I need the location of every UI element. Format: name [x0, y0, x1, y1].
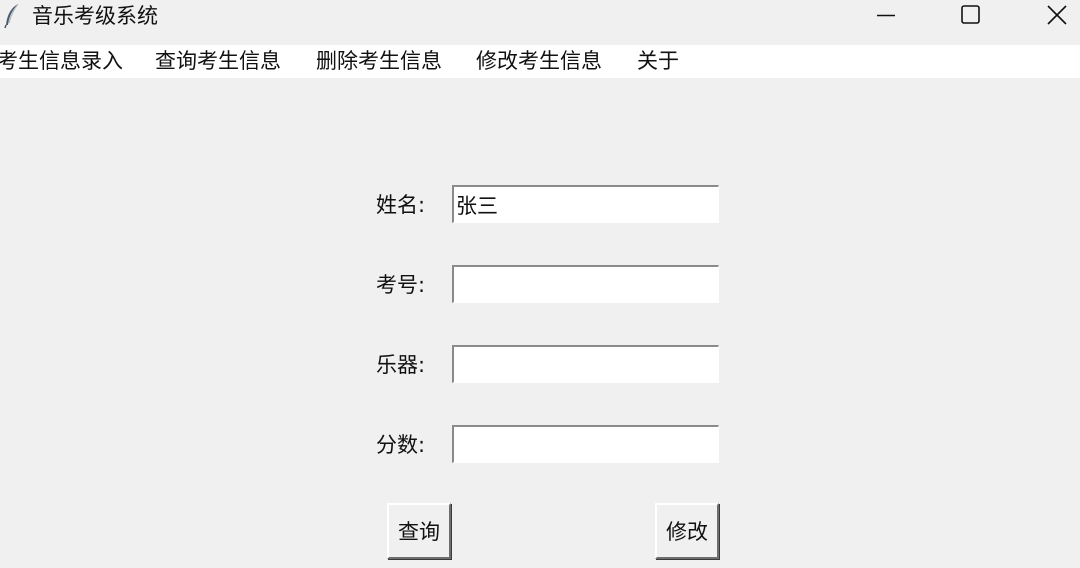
menu-item-add-student[interactable]: 考生信息录入	[0, 48, 123, 75]
menu-bar: 考生信息录入 查询考生信息 删除考生信息 修改考生信息 关于	[0, 45, 1080, 78]
maximize-icon	[947, 0, 993, 32]
name-label: 姓名:	[376, 193, 426, 217]
minimize-button[interactable]	[862, 0, 908, 32]
instrument-field[interactable]	[452, 345, 719, 383]
feather-icon	[3, 3, 21, 29]
window-title: 音乐考级系统	[32, 4, 158, 28]
modify-button[interactable]: 修改	[655, 503, 719, 559]
minimize-icon	[862, 0, 908, 32]
title-bar: 音乐考级系统	[0, 0, 1080, 32]
name-field[interactable]	[452, 185, 719, 223]
menu-item-query-student[interactable]: 查询考生信息	[155, 48, 281, 75]
menu-item-about[interactable]: 关于	[637, 48, 679, 75]
maximize-button[interactable]	[947, 0, 993, 32]
close-button[interactable]	[1034, 0, 1080, 32]
menu-item-delete-student[interactable]: 删除考生信息	[316, 48, 442, 75]
close-icon	[1034, 0, 1080, 32]
exam-number-field[interactable]	[452, 265, 719, 303]
exam-number-label: 考号:	[376, 273, 426, 297]
instrument-label: 乐器:	[376, 353, 426, 377]
query-button[interactable]: 查询	[387, 503, 451, 559]
score-label: 分数:	[376, 433, 426, 457]
score-field[interactable]	[452, 425, 719, 463]
menu-item-modify-student[interactable]: 修改考生信息	[476, 48, 602, 75]
